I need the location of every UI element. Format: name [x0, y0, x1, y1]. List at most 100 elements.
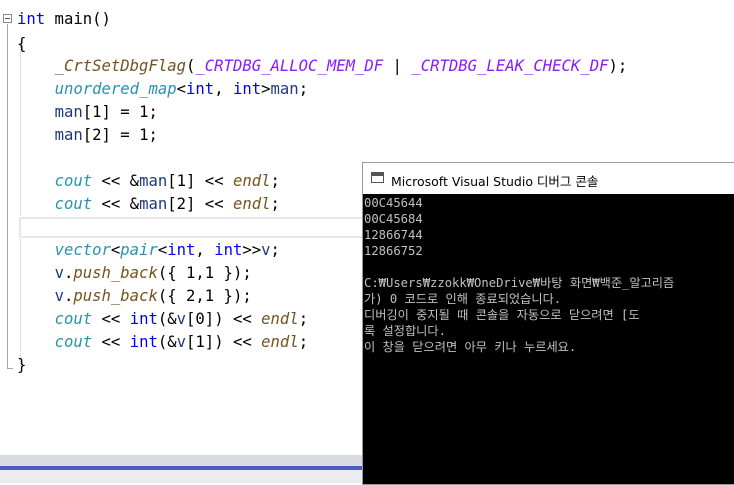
- code-token: endl: [232, 195, 271, 213]
- code-token: v: [54, 287, 64, 305]
- code-token: man: [54, 126, 83, 144]
- code-line[interactable]: cout << &man[2] << endl;: [17, 193, 280, 216]
- code-token: [2] <<: [167, 195, 233, 213]
- code-line[interactable]: man[1] = 1;: [17, 101, 158, 124]
- code-token: .: [63, 287, 74, 305]
- code-line[interactable]: v.push_back({ 2,1 });: [17, 285, 252, 308]
- code-token: cout: [54, 195, 93, 213]
- code-token: push_back: [73, 287, 158, 305]
- code-token: _CrtSetDbgFlag: [54, 57, 186, 75]
- code-token: <<: [92, 310, 130, 328]
- code-token: man: [139, 172, 168, 190]
- console-output: 00C45644 00C45684 12866744 12866752 C:₩Users…: [363, 194, 734, 484]
- code-token: man: [54, 103, 83, 121]
- code-token: int: [186, 80, 215, 98]
- code-token: ,: [214, 80, 233, 98]
- code-token: ;: [270, 241, 280, 259]
- code-token: ({ 2,1 });: [157, 287, 252, 305]
- code-token: unordered_map: [54, 80, 177, 98]
- code-token: << &: [92, 172, 140, 190]
- code-line[interactable]: cout << &man[1] << endl;: [17, 170, 280, 193]
- code-token: int: [129, 310, 158, 328]
- current-line-highlight: [19, 217, 364, 238]
- code-token: ;: [270, 172, 280, 190]
- code-line[interactable]: v.push_back({ 1,1 });: [17, 262, 252, 285]
- code-line[interactable]: unordered_map<int, int>man;: [17, 78, 309, 101]
- code-token: [1]) <<: [186, 333, 262, 351]
- console-line: 이 창을 닫으려면 아무 키나 누르세요.: [364, 340, 577, 354]
- code-token: endl: [261, 333, 299, 351]
- code-token: cout: [54, 333, 93, 351]
- console-line: 록 설정합니다.: [364, 324, 446, 338]
- code-token: int: [129, 333, 158, 351]
- code-token: |: [383, 57, 412, 75]
- code-line[interactable]: int main(): [17, 8, 111, 31]
- code-token: ;: [298, 80, 309, 98]
- code-line[interactable]: man[2] = 1;: [17, 124, 158, 147]
- code-token: [2] = 1;: [82, 126, 158, 144]
- code-token: <<: [92, 333, 130, 351]
- code-token: endl: [232, 172, 271, 190]
- code-token: <: [110, 241, 121, 259]
- code-token: v: [176, 333, 187, 351]
- code-token: int: [232, 80, 262, 98]
- code-line[interactable]: cout << int(&v[1]) << endl;: [17, 331, 309, 354]
- code-token: <: [176, 80, 187, 98]
- console-line: 00C45684: [364, 212, 423, 226]
- code-token: [0]) <<: [186, 310, 262, 328]
- collapse-toggle-icon[interactable]: [3, 14, 12, 23]
- code-token: man: [139, 195, 168, 213]
- code-token: >: [261, 80, 271, 98]
- code-token: man: [270, 80, 299, 98]
- console-title: Microsoft Visual Studio 디버그 콘솔: [391, 174, 599, 189]
- code-line[interactable]: vector<pair<int, int>>v;: [17, 239, 280, 262]
- code-token: int: [214, 241, 243, 259]
- code-token: endl: [261, 310, 299, 328]
- console-line: C:₩Users₩zzokk₩OneDrive₩바탕 화면₩백준_알고리즘: [364, 276, 675, 290]
- code-token: main(): [45, 10, 111, 28]
- code-line[interactable]: cout << int(&v[0]) << endl;: [17, 308, 309, 331]
- code-token: >>: [242, 241, 262, 259]
- code-token: (: [186, 57, 196, 75]
- code-line[interactable]: }: [17, 354, 26, 377]
- debug-console-window[interactable]: Microsoft Visual Studio 디버그 콘솔 00C45644 0…: [362, 162, 734, 485]
- code-token: ;: [270, 195, 280, 213]
- fold-guide: [7, 24, 8, 369]
- code-token: .: [63, 264, 74, 282]
- code-token: ;: [298, 310, 309, 328]
- code-token: v: [54, 264, 64, 282]
- code-line[interactable]: _CrtSetDbgFlag(_CRTDBG_ALLOC_MEM_DF | _C…: [17, 55, 628, 78]
- console-app-icon: [371, 172, 384, 183]
- code-token: (&: [157, 310, 177, 328]
- code-token: _CRTDBG_LEAK_CHECK_DF: [411, 57, 609, 75]
- console-line: 12866744: [364, 228, 423, 242]
- fold-guide-end: [7, 368, 13, 369]
- code-token: {: [17, 35, 27, 53]
- console-line: 12866752: [364, 244, 423, 258]
- code-token: pair: [120, 241, 158, 259]
- code-token: cout: [54, 310, 93, 328]
- code-line[interactable]: {: [17, 33, 26, 56]
- code-token: vector: [54, 241, 111, 259]
- console-titlebar[interactable]: Microsoft Visual Studio 디버그 콘솔: [363, 163, 734, 194]
- code-token: (&: [157, 333, 177, 351]
- code-token: <: [157, 241, 168, 259]
- code-token: ,: [195, 241, 215, 259]
- code-token: v: [261, 241, 271, 259]
- code-token: }: [17, 356, 27, 374]
- code-token: [1] = 1;: [82, 103, 158, 121]
- code-token: [1] <<: [167, 172, 233, 190]
- console-line: 가) 0 코드로 인해 종료되었습니다.: [364, 292, 562, 306]
- code-token: ({ 1,1 });: [157, 264, 252, 282]
